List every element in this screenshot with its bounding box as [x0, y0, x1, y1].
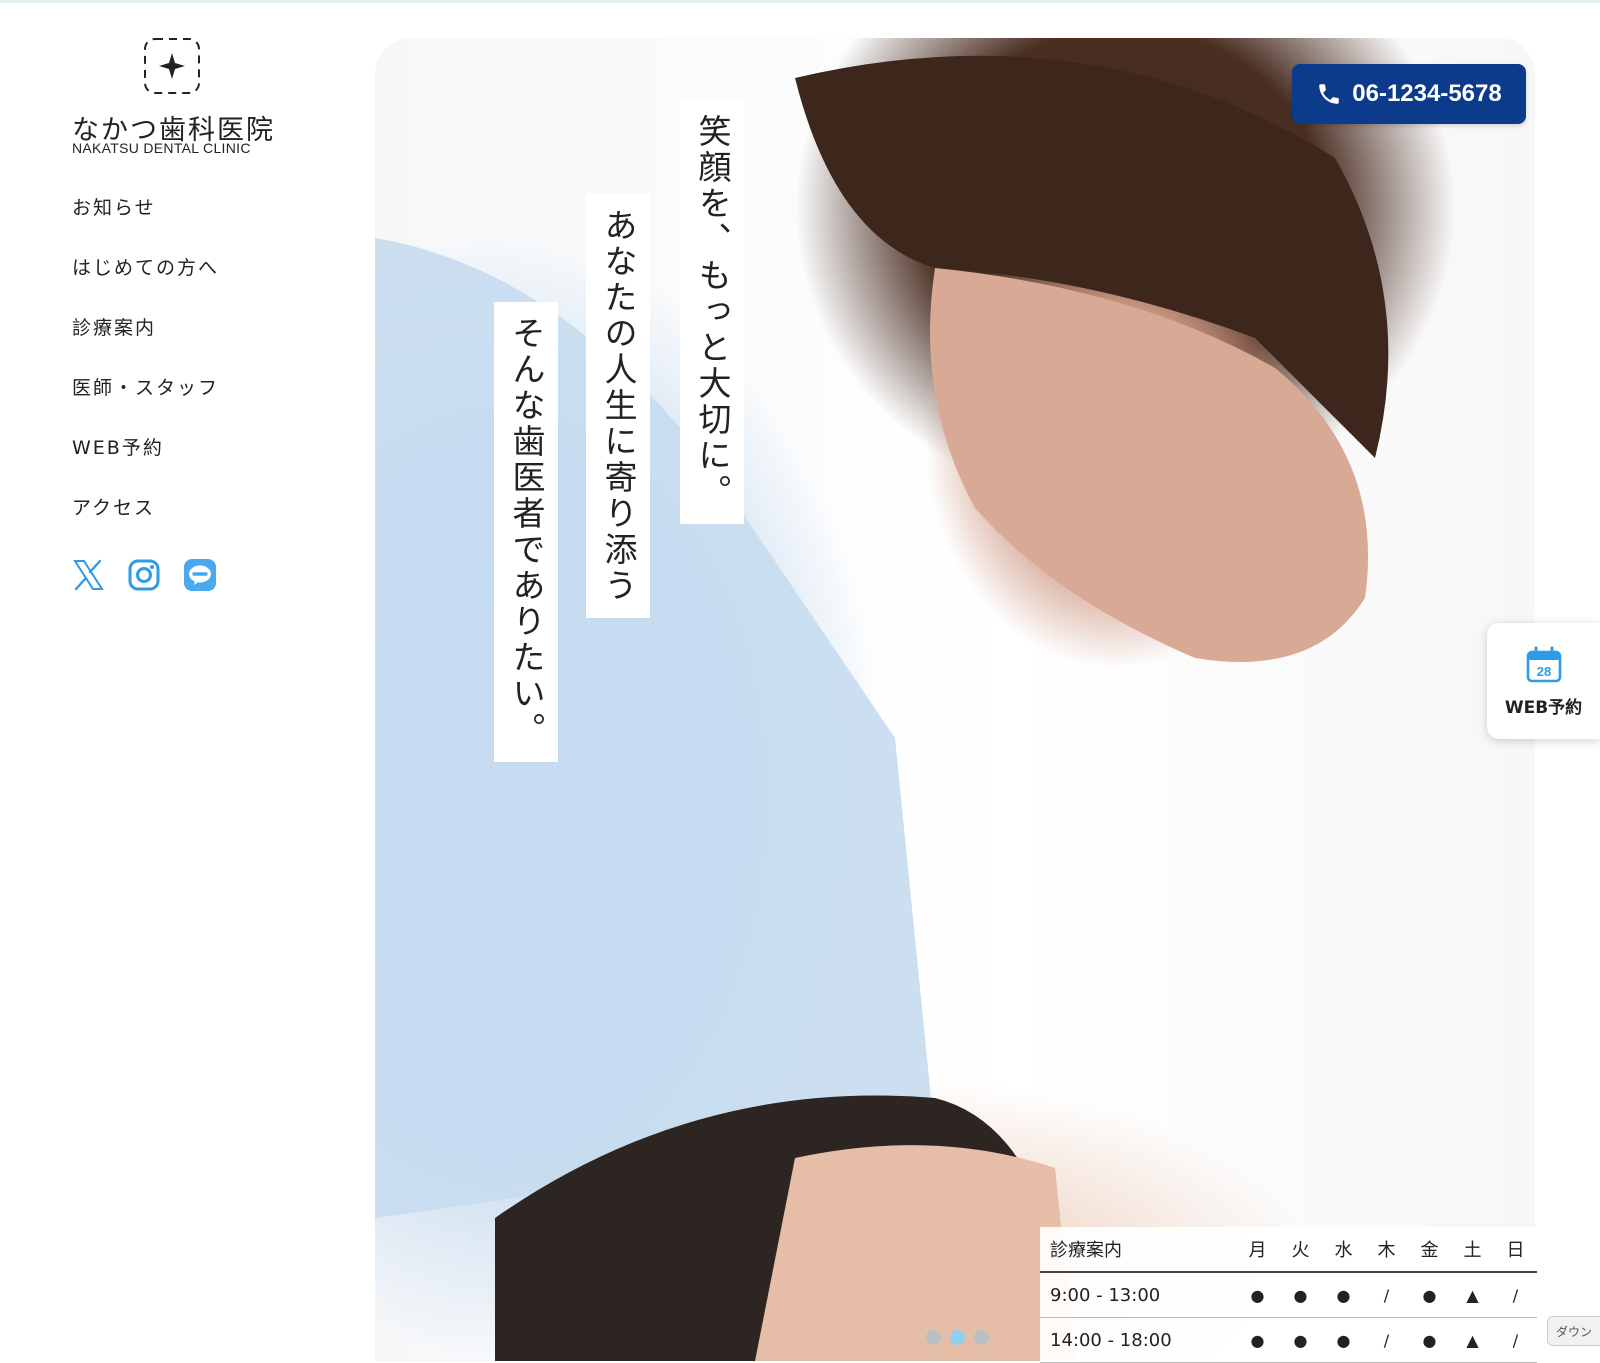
- calendar-day: 28: [1536, 664, 1550, 679]
- day-fri: 金: [1420, 1240, 1439, 1261]
- hours-header-row: 診療案内 月 火 水 木 金 土 日: [1040, 1227, 1537, 1272]
- hours-mark: ●: [1293, 1285, 1308, 1305]
- hours-mark: ●: [1422, 1285, 1437, 1305]
- day-sat: 土: [1463, 1240, 1482, 1261]
- day-thu: 木: [1377, 1240, 1396, 1261]
- hours-mark: ●: [1336, 1285, 1351, 1305]
- slider-dot-active[interactable]: [950, 1330, 965, 1345]
- table-row: 14:00 - 18:00 ● ● ● / ● ▲ /: [1040, 1318, 1537, 1363]
- office-hours-table: 診療案内 月 火 水 木 金 土 日 9:00 - 13:00 ● ● ● / …: [1040, 1227, 1537, 1363]
- nav-item-web-booking[interactable]: WEB予約: [72, 436, 219, 496]
- slider-dot[interactable]: [926, 1330, 941, 1345]
- logo-mark-icon: [144, 38, 200, 94]
- hours-mark: /: [1512, 1285, 1519, 1305]
- day-wed: 水: [1334, 1240, 1353, 1261]
- phone-number: 06-1234-5678: [1352, 80, 1502, 107]
- calendar-icon: 28: [1526, 646, 1561, 682]
- phone-call-button[interactable]: 06-1234-5678: [1292, 64, 1526, 124]
- phone-icon: [1319, 84, 1340, 104]
- day-mon: 月: [1248, 1240, 1267, 1261]
- hours-mark: /: [1512, 1330, 1519, 1350]
- hours-mark: /: [1383, 1285, 1390, 1305]
- nav-item-news[interactable]: お知らせ: [72, 196, 219, 256]
- hero-copy-line-2: あなたの人生に寄り添う: [586, 194, 650, 618]
- hours-mark: /: [1383, 1330, 1390, 1350]
- day-sun: 日: [1506, 1240, 1525, 1261]
- web-booking-label: WEB予約: [1504, 697, 1583, 718]
- main-nav: お知らせ はじめての方へ 診療案内 医師・スタッフ WEB予約 アクセス: [72, 196, 219, 556]
- hours-mark: ●: [1422, 1330, 1437, 1350]
- slider-dot[interactable]: [974, 1330, 989, 1345]
- day-tue: 火: [1291, 1240, 1310, 1261]
- line-icon[interactable]: [183, 558, 217, 592]
- download-tab[interactable]: ダウン: [1547, 1316, 1600, 1346]
- hero-copy-line-3: そんな歯医者でありたい。: [494, 302, 558, 762]
- slider-pagination: [926, 1330, 989, 1345]
- nav-item-treatment[interactable]: 診療案内: [72, 316, 219, 376]
- hours-mark: ●: [1250, 1330, 1265, 1350]
- nav-item-access[interactable]: アクセス: [72, 496, 219, 556]
- hours-mark: ●: [1293, 1330, 1308, 1350]
- nav-item-first-visit[interactable]: はじめての方へ: [72, 256, 219, 316]
- hours-title: 診療案内: [1050, 1240, 1122, 1261]
- hours-mark: ●: [1250, 1285, 1265, 1305]
- hero-copy-line-1: 笑顔を、もっと大切に。: [680, 100, 744, 524]
- time-slot: 14:00 - 18:00: [1050, 1329, 1172, 1351]
- clinic-name-en: NAKATSU DENTAL CLINIC: [72, 140, 251, 156]
- web-booking-float-button[interactable]: 28 WEB予約: [1487, 623, 1600, 739]
- instagram-icon[interactable]: [127, 558, 161, 592]
- time-slot: 9:00 - 13:00: [1050, 1284, 1161, 1306]
- hours-mark: ▲: [1466, 1285, 1479, 1305]
- table-row: 9:00 - 13:00 ● ● ● / ● ▲ /: [1040, 1272, 1537, 1318]
- social-links: [71, 558, 217, 592]
- x-icon[interactable]: [71, 558, 105, 592]
- nav-item-staff[interactable]: 医師・スタッフ: [72, 376, 219, 436]
- sidebar: なかつ歯科医院 NAKATSU DENTAL CLINIC お知らせ はじめての…: [0, 0, 370, 1361]
- hours-mark: ▲: [1466, 1330, 1479, 1350]
- hours-mark: ●: [1336, 1330, 1351, 1350]
